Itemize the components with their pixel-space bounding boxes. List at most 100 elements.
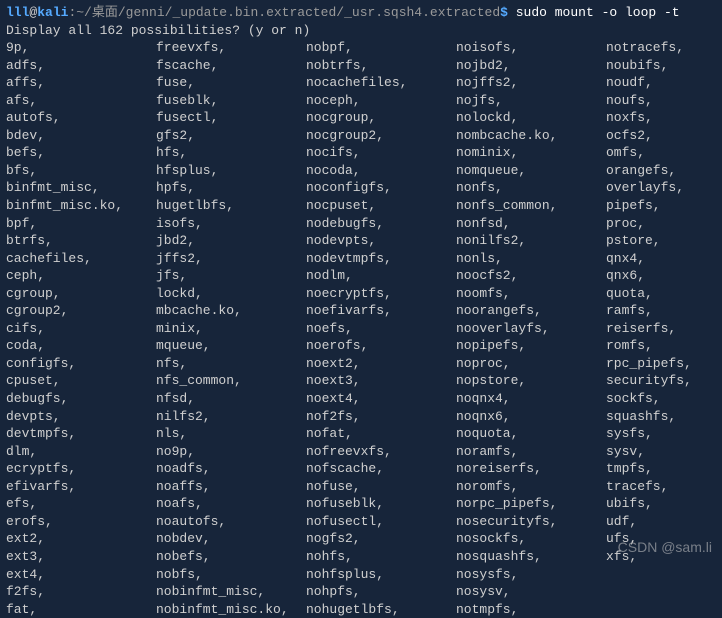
prompt-path: ~/桌面/genni/_update.bin.extracted/_usr.sq… xyxy=(76,5,500,20)
command-input[interactable]: sudo mount -o loop -t xyxy=(516,5,680,20)
fs-option: adfs, xyxy=(6,57,156,75)
fs-option: hfs, xyxy=(156,144,306,162)
fs-option: noreiserfs, xyxy=(456,460,606,478)
fs-option: nopipefs, xyxy=(456,337,606,355)
fs-option: sysfs, xyxy=(606,425,716,443)
fs-option: nobdev, xyxy=(156,530,306,548)
fs-option: noext2, xyxy=(306,355,456,373)
fs-option: ecryptfs, xyxy=(6,460,156,478)
fs-option: nocifs, xyxy=(306,144,456,162)
fs-option: noerofs, xyxy=(306,337,456,355)
fs-option: nolockd, xyxy=(456,109,606,127)
fs-option: binfmt_misc.ko, xyxy=(6,197,156,215)
fs-option: udf, xyxy=(606,513,716,531)
fs-option: erofs, xyxy=(6,513,156,531)
fs-option: devpts, xyxy=(6,408,156,426)
fs-option: noocfs2, xyxy=(456,267,606,285)
fs-option: nosockfs, xyxy=(456,530,606,548)
fs-option: ceph, xyxy=(6,267,156,285)
fs-option: debugfs, xyxy=(6,390,156,408)
fs-option: nonls, xyxy=(456,250,606,268)
fs-option: securityfs, xyxy=(606,372,716,390)
fs-option: mbcache.ko, xyxy=(156,302,306,320)
fs-option: ubifs, xyxy=(606,495,716,513)
fs-option: noaffs, xyxy=(156,478,306,496)
fs-option: nocoda, xyxy=(306,162,456,180)
fs-option: sysv, xyxy=(606,443,716,461)
fs-option: nonfs, xyxy=(456,179,606,197)
fs-option: noext3, xyxy=(306,372,456,390)
fs-option: noxfs, xyxy=(606,109,716,127)
fs-option: quota, xyxy=(606,285,716,303)
prompt-host: kali xyxy=(37,5,68,20)
fs-option: jbd2, xyxy=(156,232,306,250)
fs-option: qnx6, xyxy=(606,267,716,285)
fs-option: nofscache, xyxy=(306,460,456,478)
fs-option: nooverlayfs, xyxy=(456,320,606,338)
fs-option: freevxfs, xyxy=(156,39,306,57)
fs-option: tracefs, xyxy=(606,478,716,496)
fs-option: efs, xyxy=(6,495,156,513)
fs-option: nomqueue, xyxy=(456,162,606,180)
fs-option: fscache, xyxy=(156,57,306,75)
fs-option: nfsd, xyxy=(156,390,306,408)
fs-option: squashfs, xyxy=(606,408,716,426)
fs-option: nojffs2, xyxy=(456,74,606,92)
fs-option: btrfs, xyxy=(6,232,156,250)
fs-option: nfs, xyxy=(156,355,306,373)
fs-option: nonfsd, xyxy=(456,215,606,233)
fs-option: noceph, xyxy=(306,92,456,110)
fs-option: nodlm, xyxy=(306,267,456,285)
fs-option: omfs, xyxy=(606,144,716,162)
fs-option: proc, xyxy=(606,215,716,233)
fs-option: rpc_pipefs, xyxy=(606,355,716,373)
fs-option: noqnx6, xyxy=(456,408,606,426)
fs-option: coda, xyxy=(6,337,156,355)
fs-option: hpfs, xyxy=(156,179,306,197)
fs-option: noadfs, xyxy=(156,460,306,478)
fs-option: nofusectl, xyxy=(306,513,456,531)
fs-option: nocgroup2, xyxy=(306,127,456,145)
fs-option: cgroup2, xyxy=(6,302,156,320)
fs-option: jffs2, xyxy=(156,250,306,268)
fs-option: reiserfs, xyxy=(606,320,716,338)
fs-option: noefs, xyxy=(306,320,456,338)
fs-option: 9p, xyxy=(6,39,156,57)
fs-option: noromfs, xyxy=(456,478,606,496)
fs-option: noramfs, xyxy=(456,443,606,461)
fs-option: fat, xyxy=(6,601,156,618)
watermark: CSDN @sam.li xyxy=(618,538,712,557)
fs-option: noefivarfs, xyxy=(306,302,456,320)
shell-prompt: lll@kali:~/桌面/genni/_update.bin.extracte… xyxy=(6,4,716,22)
fs-option: lockd, xyxy=(156,285,306,303)
fs-option: nohugetlbfs, xyxy=(306,601,456,618)
fs-option: norpc_pipefs, xyxy=(456,495,606,513)
fs-option: noufs, xyxy=(606,92,716,110)
fs-option: noautofs, xyxy=(156,513,306,531)
fs-option: noorangefs, xyxy=(456,302,606,320)
fs-option: noquota, xyxy=(456,425,606,443)
fs-option: nobinfmt_misc, xyxy=(156,583,306,601)
fs-option: nobinfmt_misc.ko, xyxy=(156,601,306,618)
fs-option: nonilfs2, xyxy=(456,232,606,250)
fs-option: dlm, xyxy=(6,443,156,461)
prompt-question[interactable]: Display all 162 possibilities? (y or n) xyxy=(6,22,716,40)
fs-option: nominix, xyxy=(456,144,606,162)
fs-option: nojbd2, xyxy=(456,57,606,75)
fs-option: nodebugfs, xyxy=(306,215,456,233)
prompt-user: lll xyxy=(6,5,29,20)
fs-option: nofuse, xyxy=(306,478,456,496)
fs-option: devtmpfs, xyxy=(6,425,156,443)
fs-option: noubifs, xyxy=(606,57,716,75)
fs-option: cachefiles, xyxy=(6,250,156,268)
fs-option: cgroup, xyxy=(6,285,156,303)
fs-option: nodevpts, xyxy=(306,232,456,250)
fs-option: nosecurityfs, xyxy=(456,513,606,531)
fs-option: nocachefiles, xyxy=(306,74,456,92)
fs-option: tmpfs, xyxy=(606,460,716,478)
fs-option: noproc, xyxy=(456,355,606,373)
fs-option: bpf, xyxy=(6,215,156,233)
fs-option: afs, xyxy=(6,92,156,110)
fs-option: notracefs, xyxy=(606,39,716,57)
fs-option: nosysv, xyxy=(456,583,606,601)
